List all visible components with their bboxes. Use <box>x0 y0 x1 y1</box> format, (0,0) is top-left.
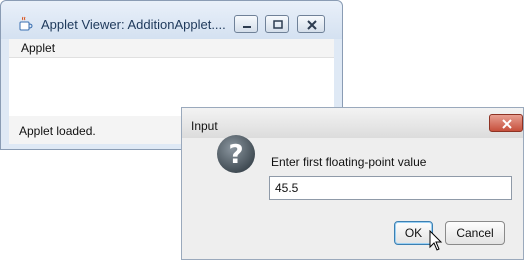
menu-bar: Applet <box>9 39 334 58</box>
svg-text:?: ? <box>228 140 243 170</box>
value-input[interactable] <box>269 176 512 200</box>
menu-applet[interactable]: Applet <box>21 41 55 55</box>
question-mark-icon: ? <box>216 134 256 174</box>
close-button[interactable] <box>297 15 325 33</box>
maximize-icon <box>273 20 283 29</box>
close-icon <box>502 119 512 129</box>
close-icon <box>307 20 317 30</box>
maximize-button[interactable] <box>265 15 289 33</box>
desktop: Applet Viewer: AdditionApplet.... Applet <box>0 0 524 260</box>
ok-button[interactable]: OK <box>394 221 433 245</box>
window-title: Applet Viewer: AdditionApplet.... <box>41 17 226 32</box>
dialog-prompt: Enter first floating-point value <box>271 155 427 169</box>
input-dialog: Input ? Enter first floating-point value… <box>181 107 524 260</box>
java-coffee-cup-icon <box>18 16 34 32</box>
applet-viewer-titlebar[interactable]: Applet Viewer: AdditionApplet.... <box>1 1 342 39</box>
dialog-close-button[interactable] <box>489 114 523 132</box>
mouse-pointer-icon <box>429 229 443 257</box>
status-text: Applet loaded. <box>19 124 96 138</box>
dialog-title: Input <box>191 119 218 133</box>
minimize-icon <box>243 26 251 28</box>
minimize-button[interactable] <box>234 15 258 33</box>
cancel-button[interactable]: Cancel <box>445 221 505 245</box>
